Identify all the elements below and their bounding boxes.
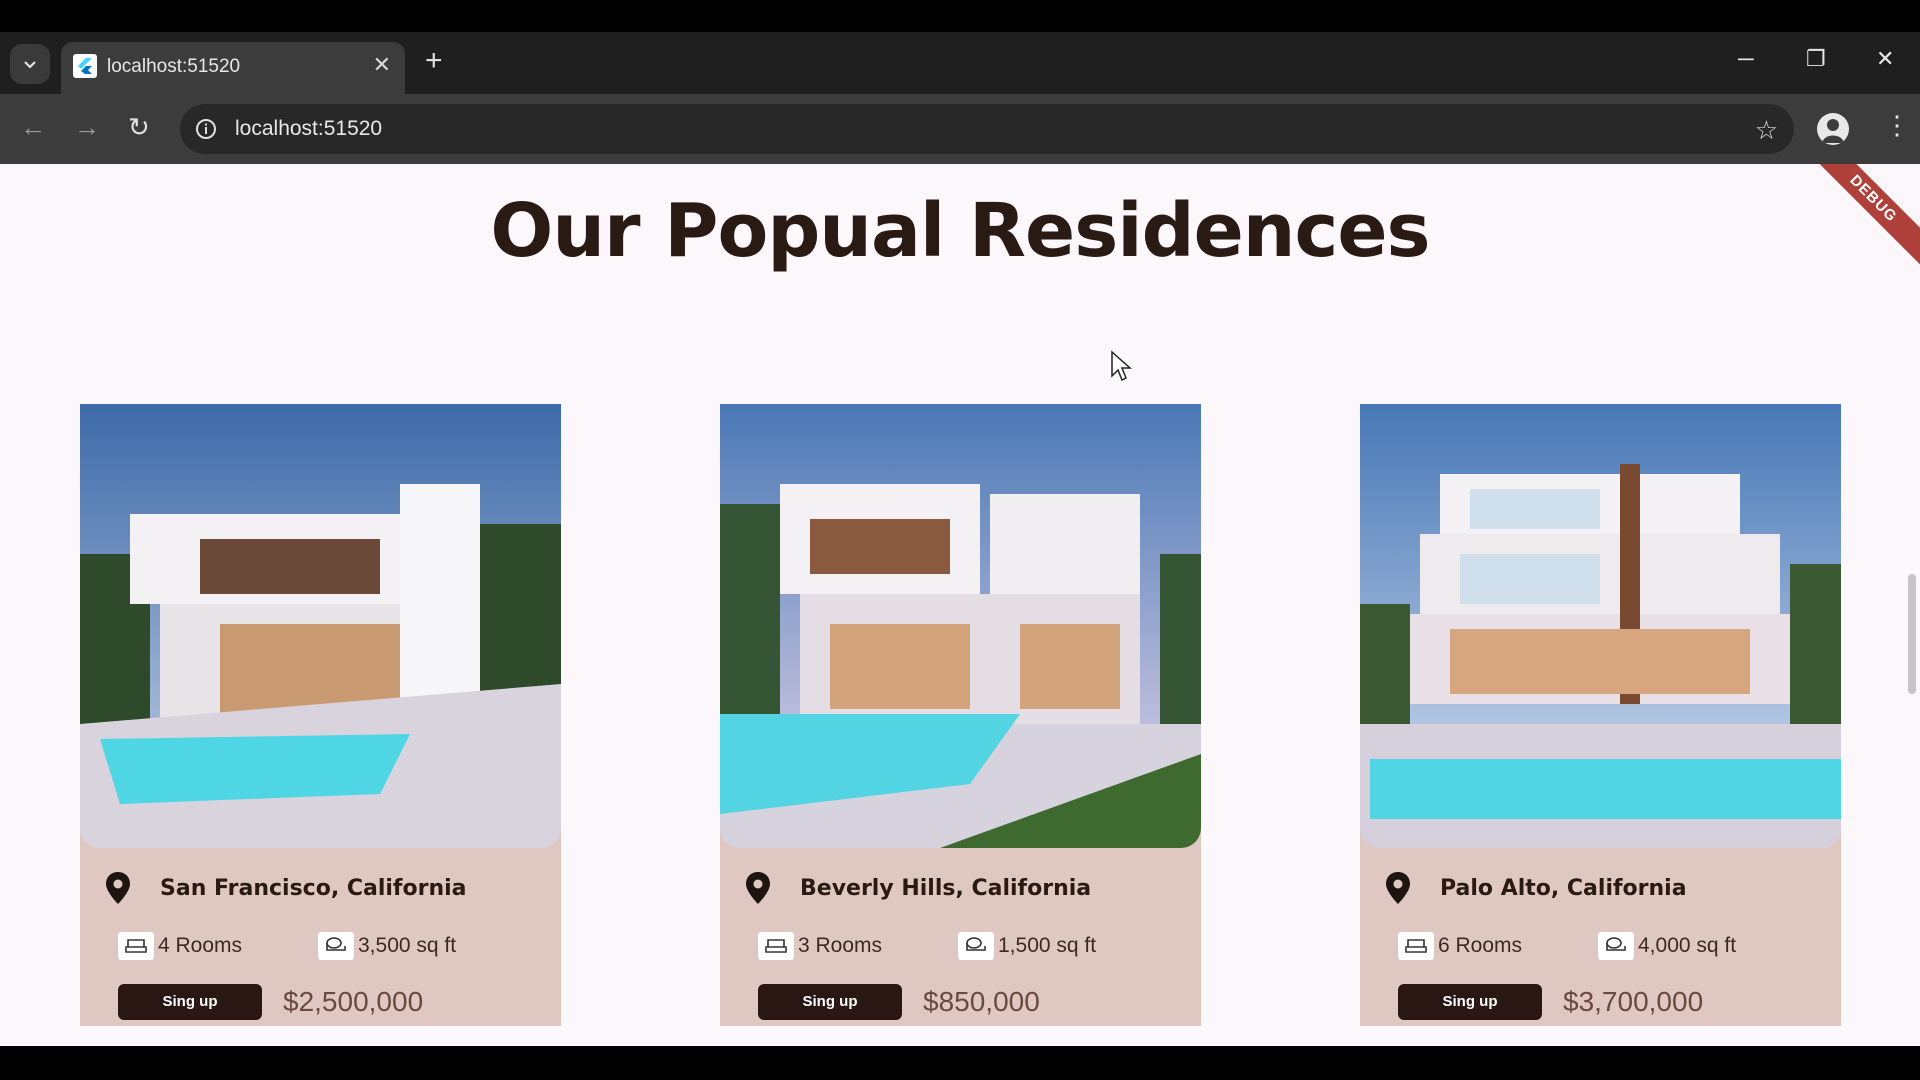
back-icon[interactable]: ← bbox=[20, 114, 46, 140]
residence-card: San Francisco, California 4 Rooms 3,500 … bbox=[80, 404, 561, 1026]
location-text: Beverly Hills, California bbox=[800, 875, 1092, 901]
rooms-feature: 3 Rooms bbox=[758, 932, 882, 960]
tab-search-button[interactable] bbox=[10, 44, 50, 84]
area-feature: 1,500 sq ft bbox=[958, 932, 1096, 960]
more-menu-icon[interactable]: ⋮ bbox=[1884, 112, 1910, 138]
flutter-icon bbox=[73, 54, 97, 78]
rooms-feature: 6 Rooms bbox=[1398, 932, 1522, 960]
restore-icon[interactable]: ❐ bbox=[1806, 46, 1826, 72]
tab-title: localhost:51520 bbox=[107, 56, 241, 77]
close-tab-icon[interactable]: ✕ bbox=[373, 52, 391, 78]
scrollbar[interactable] bbox=[1908, 574, 1916, 694]
close-window-icon[interactable]: ✕ bbox=[1876, 46, 1894, 72]
area-feature: 3,500 sq ft bbox=[318, 932, 456, 960]
forward-icon[interactable]: → bbox=[74, 114, 100, 140]
signup-button[interactable]: Sing up bbox=[118, 984, 262, 1020]
ruler-icon bbox=[958, 932, 994, 960]
browser-toolbar: ← → ↻ localhost:51520 ☆ ⋮ bbox=[0, 94, 1920, 164]
price: $850,000 bbox=[923, 986, 1040, 1017]
mouse-cursor-icon bbox=[1111, 350, 1132, 382]
residence-card: Palo Alto, California 6 Rooms 4,000 sq f… bbox=[1360, 404, 1841, 1026]
profile-avatar-icon[interactable] bbox=[1817, 113, 1849, 145]
location-row: Beverly Hills, California bbox=[746, 872, 1091, 904]
minimize-icon[interactable]: ─ bbox=[1738, 46, 1754, 72]
browser-window: localhost:51520 ✕ + ─ ❐ ✕ ← → ↻ localhos… bbox=[0, 32, 1920, 1046]
ruler-icon bbox=[318, 932, 354, 960]
house-photo bbox=[1360, 404, 1841, 848]
info-icon[interactable] bbox=[194, 117, 218, 141]
chevron-down-icon bbox=[24, 61, 36, 69]
house-photo bbox=[720, 404, 1201, 848]
rooms-feature: 4 Rooms bbox=[118, 932, 242, 960]
page-content: Our Popual Residences DEBUG San Francisc… bbox=[0, 164, 1920, 1046]
signup-button[interactable]: Sing up bbox=[758, 984, 902, 1020]
location-text: San Francisco, California bbox=[160, 875, 467, 901]
reload-icon[interactable]: ↻ bbox=[128, 114, 150, 140]
location-row: San Francisco, California bbox=[106, 872, 467, 904]
rooms-text: 4 Rooms bbox=[158, 934, 243, 957]
map-pin-icon bbox=[746, 872, 770, 904]
map-pin-icon bbox=[106, 872, 130, 904]
area-text: 1,500 sq ft bbox=[998, 934, 1097, 957]
ruler-icon bbox=[1598, 932, 1634, 960]
price: $3,700,000 bbox=[1563, 986, 1704, 1017]
map-pin-icon bbox=[1386, 872, 1410, 904]
house-photo bbox=[80, 404, 561, 848]
rooms-text: 3 Rooms bbox=[798, 934, 883, 957]
bed-icon bbox=[1398, 932, 1434, 960]
location-row: Palo Alto, California bbox=[1386, 872, 1687, 904]
bookmark-star-icon[interactable]: ☆ bbox=[1755, 115, 1778, 146]
area-text: 3,500 sq ft bbox=[358, 934, 457, 957]
browser-tab[interactable]: localhost:51520 ✕ bbox=[61, 42, 405, 94]
address-bar[interactable]: localhost:51520 ☆ bbox=[180, 104, 1794, 154]
tab-strip: localhost:51520 ✕ + ─ ❐ ✕ bbox=[0, 32, 1920, 94]
new-tab-button[interactable]: + bbox=[425, 46, 443, 76]
location-text: Palo Alto, California bbox=[1440, 875, 1687, 901]
residence-card: Beverly Hills, California 3 Rooms 1,500 … bbox=[720, 404, 1201, 1026]
area-feature: 4,000 sq ft bbox=[1598, 932, 1736, 960]
price: $2,500,000 bbox=[283, 986, 424, 1017]
bed-icon bbox=[758, 932, 794, 960]
page-title: Our Popual Residences bbox=[490, 188, 1430, 274]
bed-icon bbox=[118, 932, 154, 960]
rooms-text: 6 Rooms bbox=[1438, 934, 1523, 957]
signup-button[interactable]: Sing up bbox=[1398, 984, 1542, 1020]
url-text: localhost:51520 bbox=[235, 117, 383, 140]
area-text: 4,000 sq ft bbox=[1638, 934, 1737, 957]
